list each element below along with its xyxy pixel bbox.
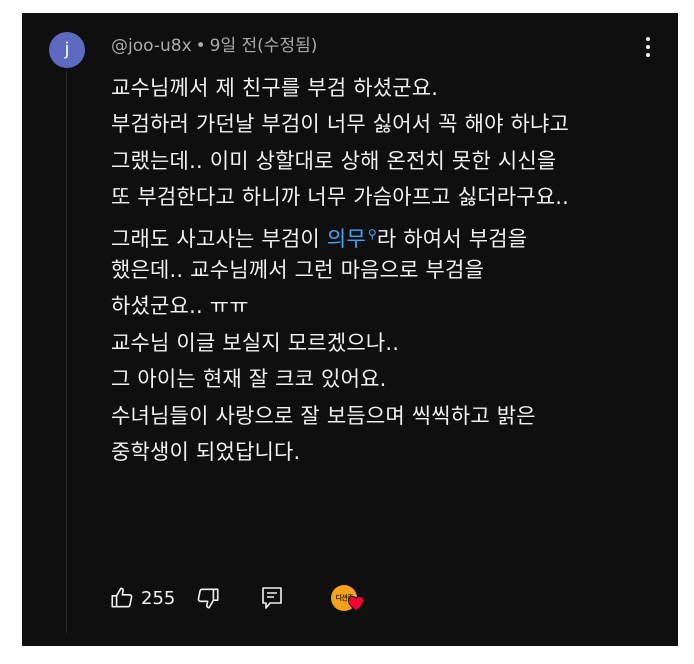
thumbs-up-icon[interactable] xyxy=(109,585,135,611)
comment-line-text: 그래도 사고사는 부검이 xyxy=(111,226,327,251)
thread-line xyxy=(66,71,67,633)
hashtag-link[interactable]: 의무 xyxy=(327,227,366,251)
creator-heart-icon: 디션죽 xyxy=(331,583,371,613)
avatar[interactable]: j xyxy=(49,32,85,68)
more-vert-icon[interactable] xyxy=(638,35,658,59)
comment-line: 그래도 사고사는 부검이 의무 ⚲라 하여서 부검을 xyxy=(111,216,666,252)
like-count: 255 xyxy=(141,587,176,609)
comment-line: 그랬는데.. 이미 상할대로 상해 온전치 못한 시신을 xyxy=(111,148,557,173)
meta-separator: • xyxy=(195,36,206,56)
comment-line: 그 아이는 현재 잘 크코 있어요. xyxy=(111,367,387,392)
comment-line: 교수님 이글 보실지 모르겠으나.. xyxy=(111,330,400,355)
author-handle[interactable]: @joo-u8x xyxy=(111,36,192,56)
comment-timestamp[interactable]: 9일 전(수정됨) xyxy=(210,36,318,56)
comment-line: 교수님께서 제 친구를 부검 하셨군요. xyxy=(111,76,439,100)
comment-card: j @joo-u8x • 9일 전(수정됨) 교수님께서 제 친구를 부검 하셨군요… xyxy=(22,13,678,646)
comment-header: @joo-u8x • 9일 전(수정됨) xyxy=(111,31,317,56)
thumbs-down-icon[interactable] xyxy=(195,585,221,611)
comment-line: 또 부검한다고 하니까 너무 가슴아프고 싫더라구요.. xyxy=(111,185,570,210)
comment-line-text: 라 하여서 부검을 xyxy=(376,226,528,251)
comment-line: 중학생이 되었답니다. xyxy=(111,439,301,464)
comment-text: 교수님께서 제 친구를 부검 하셨군요. 부검하러 가던날 부검이 너무 싫어서… xyxy=(111,70,666,470)
comment-line: 하셨군요.. ㅠㅠ xyxy=(111,294,249,319)
comment-actions: 255 디션죽 xyxy=(109,583,371,613)
comment-line: 부검하러 가던날 부검이 너무 싫어서 꼭 해야 하냐고 xyxy=(111,112,570,137)
comment-line: 했은데.. 교수님께서 그런 마음으로 부검을 xyxy=(111,257,485,282)
reply-icon[interactable] xyxy=(261,586,283,610)
search-icon: ⚲ xyxy=(367,226,377,241)
heart-icon xyxy=(348,596,365,611)
comment-line: 수녀님들이 사랑으로 잘 보듬으며 씩씩하고 밝은 xyxy=(111,403,536,428)
